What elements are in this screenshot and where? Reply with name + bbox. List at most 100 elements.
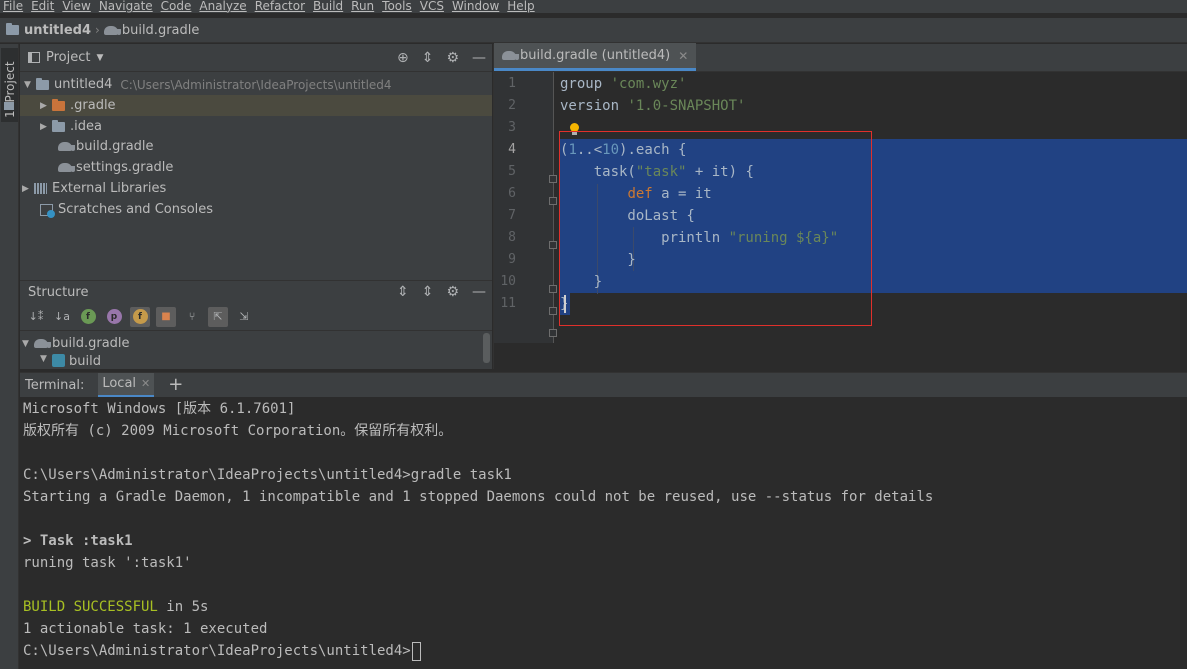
terminal-title: Terminal: (25, 377, 85, 393)
menu-help[interactable]: Help (504, 0, 539, 13)
editor-tab-bar: build.gradle (untitled4) ✕ (494, 43, 1187, 72)
folder-icon (6, 23, 19, 35)
fold-marker-icon[interactable] (549, 307, 557, 315)
show-non-public-icon[interactable]: ■ (156, 306, 176, 327)
editor-tab-label: build.gradle (untitled4) (520, 48, 671, 63)
collapse-all-icon[interactable]: ⇕ (422, 284, 434, 300)
menu-analyze[interactable]: Analyze (196, 0, 251, 13)
menu-file[interactable]: File (0, 0, 28, 13)
show-properties-icon[interactable]: p (104, 307, 124, 327)
locate-icon[interactable]: ⊕ (397, 50, 409, 66)
terminal-tab-local[interactable]: Local ✕ (98, 372, 155, 398)
highlight-box (559, 131, 872, 326)
tree-item-label: .gradle (70, 98, 116, 113)
line-number: 8 (508, 230, 516, 245)
terminal-prompt: C:\Users\Administrator\IdeaProjects\unti… (23, 643, 411, 659)
folder-icon (52, 119, 65, 132)
sort-by-visibility-icon[interactable]: ↓⁑ (26, 307, 46, 327)
menu-code[interactable]: Code (158, 0, 197, 13)
code-line-2[interactable]: version '1.0-SNAPSHOT' (560, 95, 745, 117)
breadcrumb-file-label: build.gradle (121, 22, 200, 38)
terminal-header: Terminal: Local ✕ + (20, 372, 1187, 398)
fold-marker-icon[interactable] (549, 241, 557, 249)
minimize-icon[interactable]: — (472, 284, 486, 300)
structure-item-label: build (69, 354, 101, 369)
autoscroll-to-source-icon[interactable]: ⇱ (208, 306, 228, 327)
tree-item-label: Scratches and Consoles (58, 202, 214, 217)
project-panel-header: Project ▼ ⊕ ⇕ ⚙ — (20, 44, 492, 72)
terminal-line: 版权所有 (c) 2009 Microsoft Corporation。保留所有… (23, 423, 453, 439)
structure-scrollbar[interactable] (483, 333, 490, 363)
sort-alphabetically-icon[interactable]: ↓a (52, 307, 72, 327)
tree-item-external-libraries[interactable]: ▶ External Libraries (20, 178, 492, 199)
breadcrumb-project-label: untitled4 (24, 22, 92, 38)
project-view-selector[interactable]: Project ▼ (28, 50, 103, 65)
menu-refactor[interactable]: Refactor (252, 0, 310, 13)
tree-item-scratches[interactable]: Scratches and Consoles (20, 199, 492, 220)
terminal-line: C:\Users\Administrator\IdeaProjects\unti… (23, 467, 512, 483)
menu-window[interactable]: Window (449, 0, 504, 13)
line-number: 9 (508, 252, 516, 267)
terminal-line: BUILD SUCCESSFUL in 5s (23, 596, 208, 618)
show-inherited-icon[interactable]: ⑂ (182, 307, 202, 327)
gradle-icon (34, 339, 51, 348)
tree-item-settings-gradle[interactable]: settings.gradle (20, 157, 492, 178)
menu-run[interactable]: Run (348, 0, 379, 13)
library-icon (34, 183, 47, 194)
line-number: 2 (508, 98, 516, 113)
line-number: 10 (500, 274, 516, 289)
autoscroll-from-source-icon[interactable]: ⇲ (234, 307, 254, 327)
add-icon[interactable]: + (168, 376, 183, 394)
show-fields-toggle-icon[interactable]: f (130, 306, 150, 327)
build-status: BUILD SUCCESSFUL (23, 599, 158, 615)
close-icon[interactable]: ✕ (141, 377, 150, 390)
collapse-all-icon[interactable]: ⇕ (422, 50, 434, 66)
chevron-right-icon: › (95, 23, 100, 37)
gradle-icon (502, 51, 519, 60)
chevron-down-icon: ▼ (96, 52, 104, 63)
fold-marker-icon[interactable] (549, 197, 557, 205)
gear-icon[interactable]: ⚙ (446, 284, 459, 300)
editor-tab-build-gradle[interactable]: build.gradle (untitled4) ✕ (494, 43, 697, 71)
structure-panel-header: Structure ⇕ ⇕ ⚙ — (20, 281, 492, 303)
gradle-icon (58, 142, 75, 151)
menu-view[interactable]: View (59, 0, 95, 13)
menu-tools[interactable]: Tools (379, 0, 417, 13)
minimize-icon[interactable]: — (472, 50, 486, 66)
tree-item-untitled4[interactable]: ▼ untitled4 C:\Users\Administrator\IdeaP… (20, 74, 492, 95)
code-line-1[interactable]: group 'com.wyz' (560, 73, 686, 95)
terminal-output[interactable]: Microsoft Windows [版本 6.1.7601] 版权所有 (c)… (20, 397, 1187, 669)
terminal-line: runing task ':task1' (23, 555, 192, 571)
breadcrumb-file[interactable]: build.gradle (103, 22, 200, 38)
fold-marker-icon[interactable] (549, 329, 557, 337)
project-tool-tab[interactable]: 1: Project (1, 48, 18, 122)
chevron-down-icon: ▼ (24, 79, 31, 90)
gradle-icon (58, 163, 75, 172)
line-number: 5 (508, 164, 516, 179)
tree-item-idea-folder[interactable]: ▶ .idea (20, 116, 492, 137)
line-number: 11 (500, 296, 516, 311)
structure-item-build-gradle[interactable]: ▼ build.gradle (20, 333, 492, 354)
menu-navigate[interactable]: Navigate (96, 0, 158, 13)
menu-edit[interactable]: Edit (28, 0, 59, 13)
expand-all-icon[interactable]: ⇕ (397, 284, 409, 300)
terminal-tab-label: Local (102, 376, 137, 391)
project-panel-title: Project (46, 50, 91, 65)
gradle-icon (103, 25, 121, 35)
close-icon[interactable]: ✕ (678, 49, 688, 63)
show-fields-icon[interactable]: f (78, 307, 98, 327)
tree-item-build-gradle[interactable]: build.gradle (20, 136, 492, 157)
structure-item-build[interactable]: ▼ build (20, 354, 492, 370)
left-tool-stripe: 1: Project (0, 44, 19, 369)
gear-icon[interactable]: ⚙ (446, 50, 459, 66)
fold-marker-icon[interactable] (549, 175, 557, 183)
terminal-line: 1 actionable task: 1 executed (23, 621, 268, 637)
breadcrumb-project[interactable]: untitled4 › (6, 23, 104, 38)
structure-item-label: build.gradle (52, 336, 130, 351)
menu-build[interactable]: Build (310, 0, 348, 13)
project-icon (28, 52, 40, 63)
terminal-prompt-line[interactable]: C:\Users\Administrator\IdeaProjects\unti… (23, 640, 421, 662)
tree-item-gradle-folder[interactable]: ▶ .gradle (20, 95, 492, 116)
fold-marker-icon[interactable] (549, 285, 557, 293)
menu-vcs[interactable]: VCS (417, 0, 449, 13)
